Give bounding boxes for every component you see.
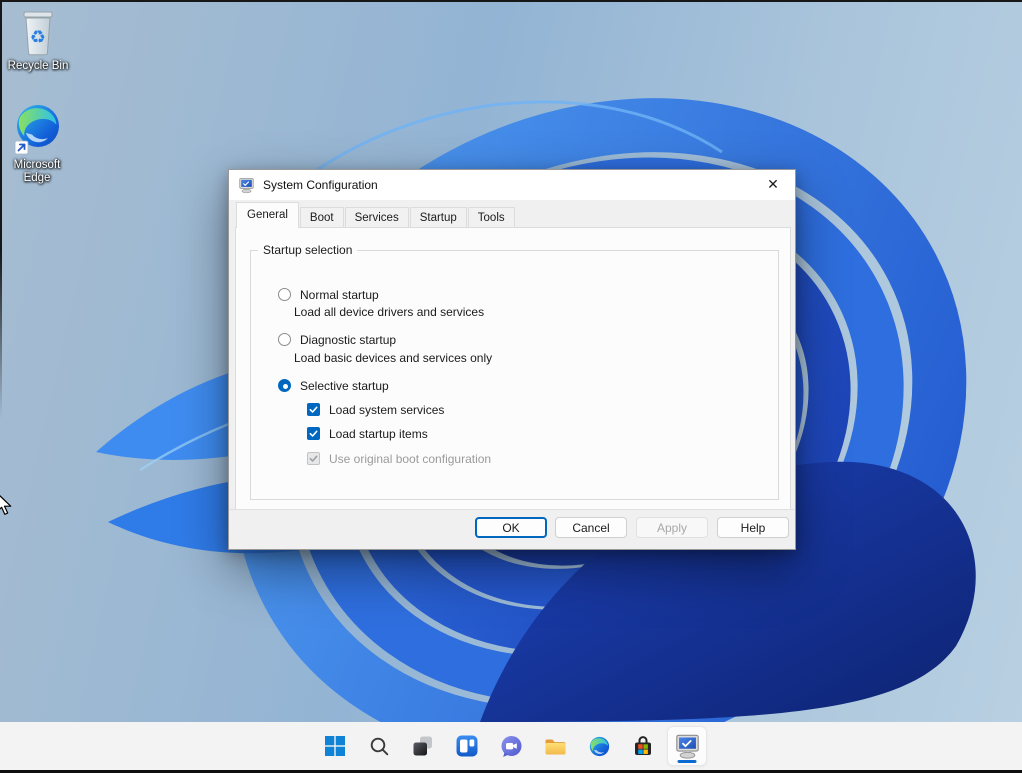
checkbox-label: Load system services [329,402,445,417]
radio-diagnostic-startup[interactable]: Diagnostic startup [278,332,396,347]
taskbar-chat-button[interactable] [491,726,531,766]
taskbar-widgets-button[interactable] [447,726,487,766]
group-label: Startup selection [258,243,358,257]
taskbar: 09:51 23/08/2021 2 [0,722,1022,770]
taskbar-edge-button[interactable] [579,726,619,766]
radio-selective-startup[interactable]: Selective startup [278,378,389,393]
recycle-bin-icon: ♻ [23,11,53,56]
radio-label: Normal startup [300,287,379,302]
edge-icon [589,736,609,756]
radio-indicator [278,333,291,346]
shortcut-arrow-icon [14,140,29,155]
start-icon [325,736,345,756]
desktop-icon-recycle-bin[interactable]: ♻ Recycle Bin [5,8,71,73]
cancel-button[interactable]: Cancel [555,517,627,538]
taskbar-task-view-button[interactable] [403,726,443,766]
radio-description: Load all device drivers and services [294,305,485,319]
help-button[interactable]: Help [717,517,789,538]
desktop-icon-label: Recycle Bin [7,60,69,72]
apply-button: Apply [636,517,708,538]
dialog-titlebar[interactable]: System Configuration ✕ [229,170,795,200]
tab-page-general: Startup selection Normal startup Load al… [235,227,791,512]
radio-label: Diagnostic startup [300,332,397,347]
store-icon [635,736,651,755]
radio-indicator-checked [278,379,291,392]
checkbox-load-system-services[interactable]: Load system services [307,402,444,417]
chat-icon [501,735,521,757]
active-app-indicator [677,760,697,763]
taskbar-file-explorer-button[interactable] [535,726,575,766]
file-explorer-icon [545,739,565,754]
screen-edge-left [0,0,2,420]
checkbox-label: Load startup items [329,426,428,441]
tab-startup[interactable]: Startup [409,207,467,228]
checkbox-checked-icon [307,403,320,416]
system-configuration-dialog: System Configuration ✕ General Boot Serv… [228,169,796,550]
taskbar-store-button[interactable] [623,726,663,766]
radio-description: Load basic devices and services only [294,351,493,365]
startup-selection-group: Normal startup Load all device drivers a… [250,250,779,500]
task-view-icon [413,736,432,756]
screen-edge-top [0,0,1022,2]
ok-button[interactable]: OK [475,517,547,538]
checkbox-checked-icon [307,427,320,440]
close-button[interactable]: ✕ [751,170,795,200]
checkbox-checked-disabled-icon [307,452,320,465]
taskbar-center-icons [315,726,707,766]
checkbox-use-original-boot-configuration: Use original boot configuration [307,451,491,466]
radio-normal-startup[interactable]: Normal startup [278,287,379,302]
desktop-icon-label: Microsoft Edge [13,159,61,184]
tab-strip: General Boot Services Startup Tools [229,200,795,228]
checkbox-label: Use original boot configuration [329,451,492,466]
checkbox-load-startup-items[interactable]: Load startup items [307,426,428,441]
close-icon: ✕ [767,177,779,193]
system-configuration-icon [675,734,699,759]
desktop-icon-microsoft-edge[interactable]: Microsoft Edge [4,103,70,184]
taskbar-search-button[interactable] [359,726,399,766]
recycle-glyph: ♻ [30,27,46,48]
widgets-icon [456,735,478,757]
dialog-button-bar: OK Cancel Apply Help [229,509,795,549]
tab-general[interactable]: General [236,202,299,228]
tab-tools[interactable]: Tools [467,207,515,228]
tab-boot[interactable]: Boot [299,207,344,228]
tab-services[interactable]: Services [344,207,409,228]
search-icon [370,737,388,755]
desktop-screen: ♻ Recycle Bin Microsoft Edge System Conf… [0,0,1022,773]
system-configuration-icon [239,177,254,193]
taskbar-system-configuration-button[interactable] [667,726,707,766]
taskbar-start-button[interactable] [315,726,355,766]
dialog-title: System Configuration [263,178,378,192]
radio-label: Selective startup [300,378,389,393]
radio-indicator [278,288,291,301]
edge-icon [14,105,59,155]
